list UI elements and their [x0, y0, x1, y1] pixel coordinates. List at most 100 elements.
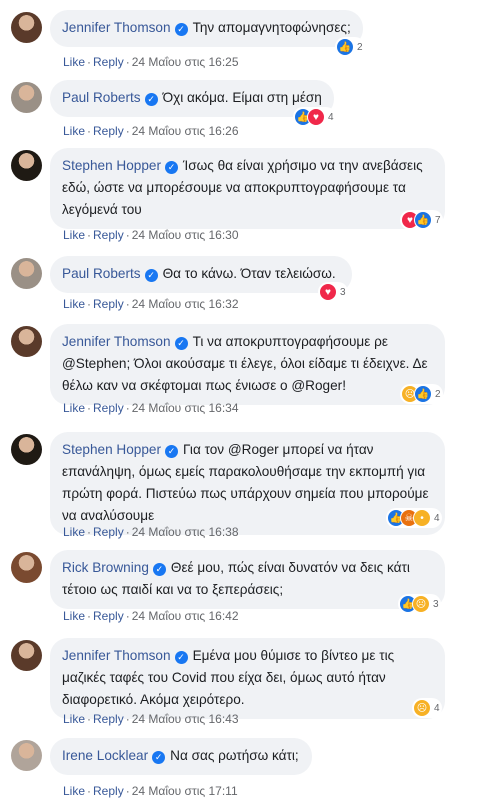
reaction-count: 4: [328, 111, 334, 123]
verified-badge-icon: ✓: [144, 269, 158, 282]
reaction-summary[interactable]: 👍 ♥ 4: [293, 107, 336, 127]
avatar[interactable]: [11, 640, 42, 671]
comment-actions: Like · Reply · 24 Μαΐου στις 16:30: [63, 227, 239, 243]
like-link[interactable]: Like: [63, 55, 85, 69]
like-link[interactable]: Like: [63, 609, 85, 623]
timestamp[interactable]: 24 Μαΐου στις 16:30: [132, 228, 239, 242]
reply-link[interactable]: Reply: [93, 401, 124, 415]
reply-link[interactable]: Reply: [93, 297, 124, 311]
comment-text: Να σας ρωτήσω κάτι;: [170, 748, 299, 763]
separator: ·: [125, 55, 130, 69]
separator: ·: [87, 712, 92, 726]
comment-author[interactable]: Jennifer Thomson: [62, 648, 171, 663]
timestamp[interactable]: 24 Μαΐου στις 16:42: [132, 609, 239, 623]
comment-actions: Like · Reply · 24 Μαΐου στις 16:26: [63, 123, 239, 139]
comment-author[interactable]: Stephen Hopper: [62, 158, 161, 173]
reaction-count: 2: [357, 41, 363, 53]
like-link[interactable]: Like: [63, 297, 85, 311]
comment-author[interactable]: Rick Browning: [62, 560, 149, 575]
reaction-count: 3: [340, 286, 346, 298]
comment-bubble: Rick Browning ✓ Θεέ μου, πώς είναι δυνατόν…: [50, 550, 445, 609]
reaction-count: 3: [433, 598, 439, 610]
avatar[interactable]: [11, 740, 42, 771]
timestamp[interactable]: 24 Μαΐου στις 16:26: [132, 124, 239, 138]
reply-link[interactable]: Reply: [93, 124, 124, 138]
timestamp[interactable]: 24 Μαΐου στις 16:34: [132, 401, 239, 415]
comment-bubble: Jennifer Thomson ✓ Τι να αποκρυπτογραφήσου…: [50, 324, 445, 405]
reply-link[interactable]: Reply: [93, 55, 124, 69]
reply-link[interactable]: Reply: [93, 228, 124, 242]
comment-actions: Like · Reply · 24 Μαΐου στις 16:38: [63, 524, 239, 540]
verified-badge-icon: ✓: [152, 563, 166, 576]
reaction-summary[interactable]: ♥ 👍 7: [400, 210, 443, 230]
comment-actions: Like · Reply · 24 Μαΐου στις 16:43: [63, 711, 239, 727]
comment-author[interactable]: Stephen Hopper: [62, 442, 161, 457]
separator: ·: [87, 124, 92, 138]
reaction-summary[interactable]: 👍 2: [335, 37, 365, 57]
comment-actions: Like · Reply · 24 Μαΐου στις 16:42: [63, 608, 239, 624]
reply-link[interactable]: Reply: [93, 712, 124, 726]
comment-actions: Like · Reply · 24 Μαΐου στις 16:25: [63, 54, 239, 70]
like-link[interactable]: Like: [63, 124, 85, 138]
reply-link[interactable]: Reply: [93, 525, 124, 539]
reaction-count: 7: [435, 214, 441, 226]
verified-badge-icon: ✓: [165, 445, 179, 458]
comment-text: Την απομαγνητοφώνησες;: [192, 20, 351, 35]
reaction-summary[interactable]: 👍 ☹ 3: [398, 594, 441, 614]
comment-text: Θα το κάνω. Όταν τελειώσω.: [162, 266, 336, 281]
separator: ·: [125, 297, 130, 311]
reaction-count: 4: [434, 702, 440, 714]
comment-author[interactable]: Jennifer Thomson: [62, 20, 171, 35]
verified-badge-icon: ✓: [174, 337, 188, 350]
like-link[interactable]: Like: [63, 525, 85, 539]
comment-author[interactable]: Paul Roberts: [62, 266, 141, 281]
like-link[interactable]: Like: [63, 401, 85, 415]
separator: ·: [87, 609, 92, 623]
like-link[interactable]: Like: [63, 712, 85, 726]
comment-actions: Like · Reply · 24 Μαΐου στις 16:34: [63, 400, 239, 416]
separator: ·: [125, 124, 130, 138]
comment-author[interactable]: Irene Locklear: [62, 748, 148, 763]
avatar[interactable]: [11, 552, 42, 583]
comment-bubble: Paul Roberts ✓ Θα το κάνω. Όταν τελειώσω.: [50, 256, 352, 293]
reaction-summary[interactable]: ☹ 4: [412, 698, 442, 718]
like-link[interactable]: Like: [63, 784, 85, 798]
comment-bubble: Stephen Hopper ✓ Ίσως θα είναι χρήσιμο να …: [50, 148, 445, 229]
like-link[interactable]: Like: [63, 228, 85, 242]
separator: ·: [87, 401, 92, 415]
comment-bubble: Paul Roberts ✓ Όχι ακόμα. Είμαι στη μέση: [50, 80, 334, 117]
timestamp[interactable]: 24 Μαΐου στις 16:25: [132, 55, 239, 69]
sad-reaction-icon: ☹: [413, 699, 431, 717]
comment-author[interactable]: Jennifer Thomson: [62, 334, 171, 349]
reaction-summary[interactable]: ♥ 3: [318, 282, 348, 302]
separator: ·: [125, 401, 130, 415]
avatar[interactable]: [11, 326, 42, 357]
avatar[interactable]: [11, 258, 42, 289]
comment-bubble: Jennifer Thomson ✓ Εμένα μου θύμισε το βίν…: [50, 638, 445, 719]
comment-text: Όχι ακόμα. Είμαι στη μέση: [162, 90, 322, 105]
timestamp[interactable]: 24 Μαΐου στις 16:43: [132, 712, 239, 726]
timestamp[interactable]: 24 Μαΐου στις 16:38: [132, 525, 239, 539]
like-reaction-icon: 👍: [336, 38, 354, 56]
separator: ·: [125, 784, 130, 798]
comment-author[interactable]: Paul Roberts: [62, 90, 141, 105]
reaction-summary[interactable]: ☹ 👍 2: [400, 384, 443, 404]
verified-badge-icon: ✓: [144, 93, 158, 106]
verified-badge-icon: ✓: [174, 23, 188, 36]
separator: ·: [125, 525, 130, 539]
separator: ·: [87, 525, 92, 539]
timestamp[interactable]: 24 Μαΐου στις 16:32: [132, 297, 239, 311]
separator: ·: [87, 55, 92, 69]
reaction-count: 4: [434, 512, 440, 524]
avatar[interactable]: [11, 82, 42, 113]
avatar[interactable]: [11, 12, 42, 43]
timestamp[interactable]: 24 Μαΐου στις 17:11: [132, 784, 238, 798]
reply-link[interactable]: Reply: [93, 784, 124, 798]
reaction-count: 2: [435, 388, 441, 400]
reaction-summary[interactable]: 👍 ☠ • 4: [386, 508, 442, 528]
avatar[interactable]: [11, 434, 42, 465]
avatar[interactable]: [11, 150, 42, 181]
love-reaction-icon: ♥: [319, 283, 337, 301]
verified-badge-icon: ✓: [152, 751, 166, 764]
reply-link[interactable]: Reply: [93, 609, 124, 623]
